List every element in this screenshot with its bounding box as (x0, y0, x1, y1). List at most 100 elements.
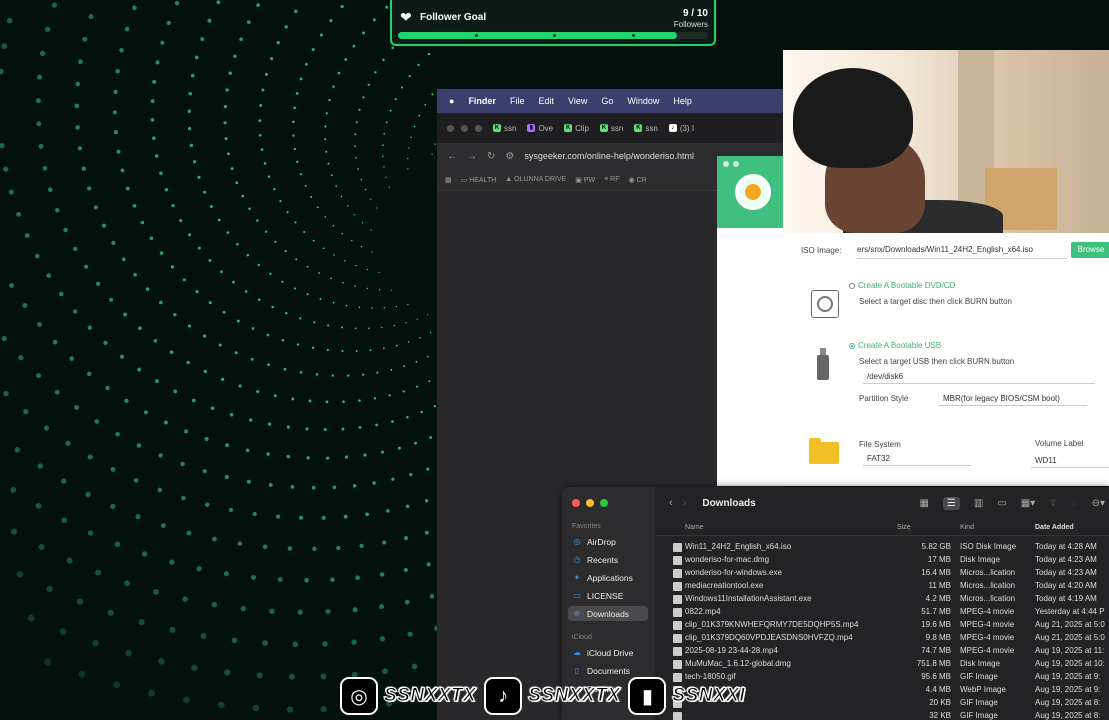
table-row[interactable]: Win11_24H2_English_x64.iso 5.82 GB ISO Dis… (655, 541, 1109, 554)
partition-style-select[interactable]: MBR(for legacy BIOS/CSM boot) (939, 392, 1087, 406)
option-bootable-dvd[interactable]: Create A Bootable DVD/CD (849, 281, 955, 290)
file-size: 16.4 MB (921, 568, 951, 577)
finder-column-headers: Name Size Kind Date Added (655, 521, 1109, 536)
file-date-added: Today at 4:19 AM (1035, 594, 1097, 603)
group-icon[interactable]: ▦▾ (1021, 498, 1035, 509)
table-row[interactable]: wonderiso-for-windows.exe 16.4 MB Micros..… (655, 567, 1109, 580)
file-size: 11 MB (928, 581, 951, 590)
dvd-radio[interactable] (849, 282, 855, 289)
sidebar-item-airdrop[interactable]: ◎ AirDrop (568, 534, 648, 549)
airdrop-icon: ◎ (573, 537, 581, 546)
file-size: 4.2 MB (925, 594, 951, 603)
bookmark-rf[interactable]: ≡ RF (604, 176, 619, 183)
browser-tab[interactable]: Kssn (634, 124, 658, 133)
column-date-added[interactable]: Date Added (1035, 524, 1074, 531)
goal-subtitle: Followers (673, 20, 708, 29)
tag-icon[interactable]: ◌ (1072, 498, 1078, 509)
menu-go[interactable]: Go (601, 96, 613, 106)
sidebar-item-recents[interactable]: ◷ Recents (568, 552, 648, 567)
more-icon[interactable]: ⊖▾ (1092, 498, 1105, 509)
table-row[interactable]: 0822.mp4 51.7 MB MPEG-4 movie Yesterday at … (655, 606, 1109, 619)
twitch-icon: ▮ (628, 677, 667, 715)
window-close-button[interactable] (447, 124, 454, 132)
site-settings-icon[interactable]: ⚙ (505, 151, 514, 162)
option-bootable-usb[interactable]: Create A Bootable USB (849, 341, 941, 350)
file-name: Win11_24H2_English_x64.iso (685, 542, 792, 551)
table-row[interactable]: clip_01K379DQ60VPDJEASDNS0HVFZQ.mp4 9.8 M… (655, 632, 1109, 645)
file-date-added: Aug 19, 2025 at 9: (1035, 672, 1101, 681)
browse-button[interactable]: Browse (1071, 242, 1109, 258)
table-row[interactable]: wonderiso-for-mac.dmg 17 MB Disk Image Toda… (655, 554, 1109, 567)
table-row[interactable]: MuMuMac_1.6.12-global.dmg 751.8 MB Disk Im… (655, 658, 1109, 671)
window-minimize-button[interactable] (461, 124, 468, 132)
list-view-icon[interactable]: ☰ (942, 496, 960, 510)
window-controls (572, 499, 608, 507)
file-date-added: Today at 4:28 AM (1035, 542, 1097, 551)
menu-edit[interactable]: Edit (538, 96, 554, 106)
bookmark-cr[interactable]: ◉ CR (629, 176, 647, 184)
table-row[interactable]: mediacreationtool.exe 11 MB Micros...licat… (655, 580, 1109, 593)
window-minimize-button[interactable] (733, 161, 739, 167)
menu-view[interactable]: View (568, 96, 587, 106)
share-icon[interactable]: ⇪ (1049, 498, 1057, 509)
apps-grid-icon[interactable]: ▦ (445, 176, 452, 184)
menu-window[interactable]: Window (627, 96, 659, 106)
window-minimize-button[interactable] (586, 499, 594, 507)
table-row[interactable]: 2025-08-19 23-44-28.mp4 74.7 MB MPEG-4 mov… (655, 645, 1109, 658)
file-kind: Disk Image (960, 555, 1001, 564)
window-zoom-button[interactable] (475, 124, 482, 132)
reload-icon[interactable]: ↻ (487, 151, 495, 162)
menu-help[interactable]: Help (673, 96, 692, 106)
menu-app-name[interactable]: Finder (468, 96, 496, 106)
back-icon[interactable]: ← (447, 151, 457, 162)
apple-icon[interactable]: ● (449, 96, 454, 106)
bookmark-pw[interactable]: ▣ PW (575, 176, 595, 184)
browser-tab[interactable]: Kssn (493, 124, 516, 133)
usb-device-select[interactable]: /dev/disk6 (863, 370, 1095, 384)
sidebar-item-license[interactable]: ▭ LICENSE (568, 588, 648, 603)
file-name: Windows11InstallationAssistant.exe (685, 594, 812, 603)
address-input[interactable]: sysgeeker.com/online-help/wonderiso.html (524, 151, 694, 161)
bookmark-drive[interactable]: ▲ OLUNNA DRIVE (505, 176, 566, 183)
sidebar-section-favorites: Favorites (572, 523, 601, 530)
iso-path-field[interactable]: ers/snx/Downloads/Win11_24H2_English_x64… (857, 242, 1067, 259)
browser-tab[interactable]: ▮ Ove (527, 124, 553, 133)
browser-tab[interactable]: Kssn (599, 124, 623, 133)
volume-label-input[interactable]: WD11 (1031, 454, 1109, 468)
window-close-button[interactable] (723, 161, 729, 167)
forward-icon[interactable]: → (467, 151, 477, 162)
usb-radio[interactable] (849, 342, 855, 349)
browser-tab[interactable]: K Clip (564, 124, 589, 133)
goal-title: Follower Goal (420, 12, 487, 23)
window-zoom-button[interactable] (600, 499, 608, 507)
icon-view-icon[interactable]: ▦ (919, 498, 928, 509)
browser-tab[interactable]: ♪ (3) I (668, 124, 694, 133)
sidebar-section-icloud: iCloud (572, 634, 592, 641)
gallery-view-icon[interactable]: ▭ (997, 498, 1006, 509)
back-icon[interactable]: ‹ (669, 497, 673, 509)
forward-icon[interactable]: › (683, 497, 687, 509)
table-row[interactable]: Windows11InstallationAssistant.exe 4.2 MB… (655, 593, 1109, 606)
file-size: 17 MB (927, 555, 951, 564)
file-name: mediacreationtool.exe (685, 581, 764, 590)
tiktok-handle: SSNXXTX (528, 685, 621, 707)
window-close-button[interactable] (572, 499, 580, 507)
goal-count: 9 / 10 (682, 8, 708, 19)
usb-icon (817, 348, 829, 380)
menu-file[interactable]: File (510, 96, 525, 106)
column-view-icon[interactable]: ▥ (974, 498, 983, 509)
file-date-added: Aug 19, 2025 at 8: (1035, 711, 1101, 720)
sidebar-item-icloud-drive[interactable]: ☁ iCloud Drive (568, 645, 648, 660)
file-date-added: Aug 21, 2025 at 5:0 (1035, 633, 1105, 642)
file-name: 0822.mp4 (685, 607, 721, 616)
bookmark-health[interactable]: ▭ HEALTH (461, 176, 497, 184)
file-icon (673, 582, 682, 591)
sidebar-item-downloads[interactable]: ⊕ Downloads (568, 606, 648, 621)
column-size[interactable]: Size (897, 524, 911, 531)
table-row[interactable]: clip_01K379KNWHEFQRMY7DE5DQHP5S.mp4 19.6 … (655, 619, 1109, 632)
column-kind[interactable]: Kind (960, 524, 974, 531)
column-name[interactable]: Name (685, 524, 704, 531)
file-icon (673, 621, 682, 630)
sidebar-item-applications[interactable]: ✦ Applications (568, 570, 648, 585)
file-system-select[interactable]: FAT32 (863, 452, 971, 466)
